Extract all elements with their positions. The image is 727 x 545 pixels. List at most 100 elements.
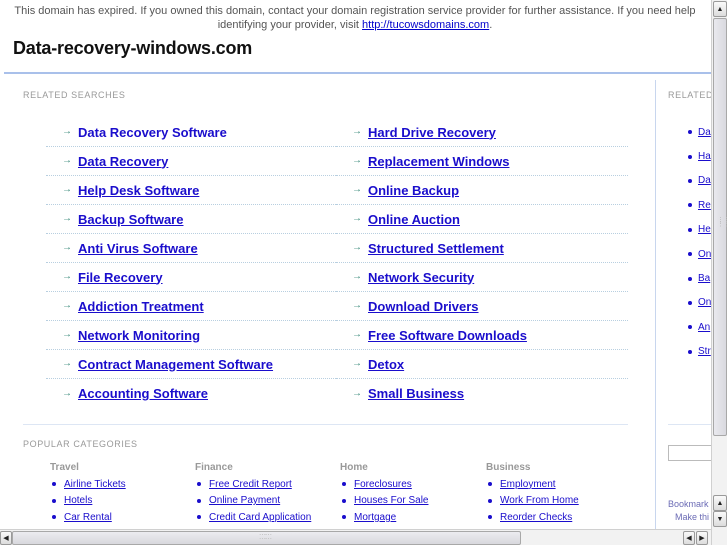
- related-search-item: → Replacement Windows: [336, 147, 628, 176]
- category-link[interactable]: Work From Home: [500, 495, 579, 506]
- related-search-item: → Network Monitoring: [46, 321, 336, 350]
- bullet-icon: [52, 498, 56, 503]
- arrow-icon: →: [352, 126, 362, 137]
- scroll-left-button-lower[interactable]: ◀: [683, 531, 695, 545]
- related-search-link[interactable]: Free Software Downloads: [368, 328, 527, 343]
- category-link[interactable]: Mortgage: [354, 512, 396, 523]
- category-item: Mortgage: [340, 509, 480, 526]
- sidebar-item: Str: [688, 340, 711, 364]
- scroll-up-button[interactable]: ▲: [713, 1, 727, 17]
- scroll-down-button[interactable]: ▼: [713, 511, 727, 527]
- make-homepage-link[interactable]: Make thi: [675, 512, 709, 522]
- related-search-link[interactable]: Online Auction: [368, 212, 460, 227]
- related-search-link[interactable]: Anti Virus Software: [78, 241, 198, 256]
- related-search-link[interactable]: File Recovery: [78, 270, 163, 285]
- arrow-icon: →: [352, 387, 362, 399]
- sidebar-related-label: RELATED: [668, 90, 711, 100]
- category-link[interactable]: Employment: [500, 479, 556, 490]
- category-heading: Business: [486, 462, 531, 473]
- related-search-link[interactable]: Structured Settlement: [368, 241, 504, 256]
- horizontal-scroll-thumb[interactable]: ⋯⋯ ⋯⋯: [12, 531, 521, 545]
- category-link[interactable]: Airline Tickets: [64, 479, 126, 490]
- scroll-up-button-lower[interactable]: ▲: [713, 495, 727, 511]
- category-link[interactable]: Free Credit Report: [209, 479, 292, 490]
- related-search-link[interactable]: Accounting Software: [78, 386, 208, 401]
- related-search-item: → Addiction Treatment: [46, 292, 336, 321]
- category-link[interactable]: Reorder Checks: [500, 512, 572, 523]
- vertical-scrollbar[interactable]: ▲ ⋮⋮⋮⋮⋮⋮ ▲ ▼: [711, 0, 727, 545]
- arrow-icon: →: [62, 329, 72, 340]
- category-link[interactable]: Hotels: [64, 495, 92, 506]
- bullet-icon: [197, 482, 201, 487]
- bullet-icon: [342, 515, 346, 520]
- related-search-link[interactable]: Network Security: [368, 270, 474, 285]
- sidebar-link[interactable]: Da: [698, 127, 711, 138]
- sidebar-link[interactable]: Str: [698, 346, 711, 357]
- sidebar-link[interactable]: He: [698, 224, 711, 235]
- scroll-right-icon: ▶: [699, 535, 705, 542]
- sidebar-link[interactable]: Ba: [698, 273, 710, 284]
- vertical-scroll-thumb[interactable]: ⋮⋮⋮⋮⋮⋮: [713, 18, 727, 436]
- related-search-link[interactable]: Small Business: [368, 386, 464, 401]
- related-search-item: → Free Software Downloads: [336, 321, 628, 350]
- arrow-icon: →: [352, 155, 362, 166]
- sidebar-link[interactable]: Re: [698, 200, 711, 211]
- related-search-item: → Structured Settlement: [336, 234, 628, 263]
- related-search-link[interactable]: Addiction Treatment: [78, 299, 204, 314]
- related-search-link[interactable]: Detox: [368, 357, 404, 372]
- sidebar-item: Da: [688, 169, 711, 193]
- arrow-icon: →: [352, 329, 362, 340]
- sidebar-link[interactable]: An: [698, 322, 710, 333]
- category-column: Travel Airline Tickets Hotels Car Rental: [50, 462, 190, 526]
- arrow-icon: →: [352, 242, 362, 253]
- expired-notice: This domain has expired. If you owned th…: [10, 4, 700, 32]
- category-link[interactable]: Online Payment: [209, 495, 280, 506]
- related-search-link[interactable]: Help Desk Software: [78, 183, 199, 198]
- related-search-link[interactable]: Online Backup: [368, 183, 459, 198]
- related-search-link[interactable]: Backup Software: [78, 212, 183, 227]
- related-search-link[interactable]: Network Monitoring: [78, 328, 200, 343]
- sidebar-link[interactable]: On: [698, 249, 711, 260]
- arrow-icon: →: [62, 126, 72, 137]
- sidebar-divider-rule: [668, 424, 711, 425]
- category-link[interactable]: Houses For Sale: [354, 495, 428, 506]
- arrow-icon: →: [352, 213, 362, 224]
- category-link[interactable]: Credit Card Application: [209, 512, 311, 523]
- bookmark-link[interactable]: Bookmark: [668, 499, 709, 509]
- sidebar-link[interactable]: On: [698, 297, 711, 308]
- tucows-link[interactable]: http://tucowsdomains.com: [362, 19, 489, 31]
- related-searches-right-column: → Hard Drive Recovery → Replacement Windows…: [336, 118, 628, 408]
- category-heading: Travel: [50, 462, 79, 473]
- related-search-item: → Detox: [336, 350, 628, 379]
- bullet-icon: [488, 515, 492, 520]
- scroll-left-button[interactable]: ◀: [0, 531, 12, 545]
- category-link[interactable]: Car Rental: [64, 512, 112, 523]
- horizontal-scrollbar[interactable]: ◀ ⋯⋯ ⋯⋯ ◀ ▶: [0, 529, 711, 545]
- sidebar-link[interactable]: Ha: [698, 151, 711, 162]
- related-search-item: → Online Auction: [336, 205, 628, 234]
- related-search-link[interactable]: Hard Drive Recovery: [368, 125, 496, 140]
- related-search-link[interactable]: Download Drivers: [368, 299, 479, 314]
- bullet-icon: [488, 498, 492, 503]
- category-link[interactable]: Foreclosures: [354, 479, 412, 490]
- grip-icon: ⋮⋮⋮⋮⋮⋮: [717, 217, 727, 228]
- bullet-icon: [688, 154, 692, 159]
- related-search-link[interactable]: Data Recovery: [78, 154, 168, 169]
- arrow-icon: →: [62, 300, 72, 311]
- grip-icon: ⋯⋯ ⋯⋯: [259, 532, 272, 543]
- sidebar-item: On: [688, 291, 711, 315]
- related-search-item: → Data Recovery Software: [46, 118, 336, 147]
- scroll-down-icon: ▼: [716, 515, 724, 523]
- sidebar-search-input[interactable]: [668, 445, 711, 461]
- arrow-icon: →: [352, 184, 362, 195]
- sidebar-link[interactable]: Da: [698, 175, 711, 186]
- related-search-link[interactable]: Data Recovery Software: [78, 125, 227, 140]
- sidebar-item: Ba: [688, 266, 711, 290]
- section-divider: [23, 424, 628, 425]
- scroll-right-button[interactable]: ▶: [696, 531, 708, 545]
- related-search-link[interactable]: Replacement Windows: [368, 154, 509, 169]
- arrow-icon: →: [352, 271, 362, 282]
- bullet-icon: [688, 325, 692, 330]
- related-search-link[interactable]: Contract Management Software: [78, 357, 273, 372]
- category-item: Airline Tickets: [50, 476, 190, 493]
